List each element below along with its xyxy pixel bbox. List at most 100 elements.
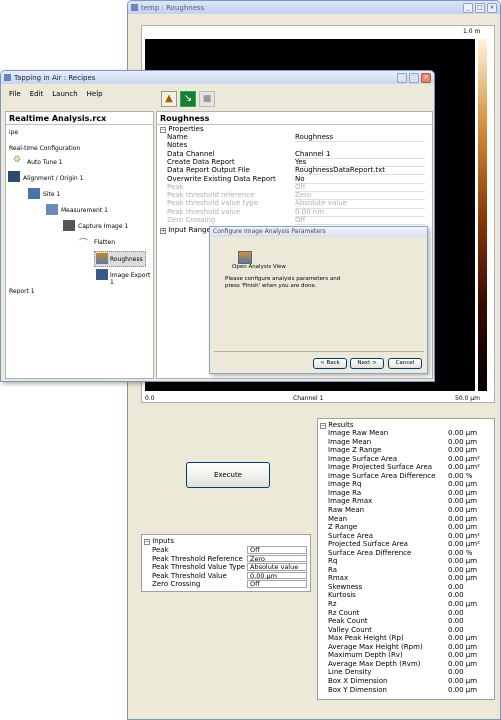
- dialog-titlebar[interactable]: Configure Image Analysis Parameters: [210, 227, 427, 237]
- tree-item-realtime-configuration[interactable]: Real-time Configuration: [9, 145, 80, 152]
- collapse-icon[interactable]: −: [320, 423, 326, 429]
- collapse-icon[interactable]: −: [144, 539, 150, 545]
- cancel-button[interactable]: Cancel: [388, 358, 422, 369]
- collapse-icon[interactable]: −: [160, 127, 166, 133]
- property-row[interactable]: Notes: [167, 141, 429, 149]
- tree-item-report[interactable]: Report 1: [9, 288, 35, 295]
- result-value: 0.00 µm: [448, 514, 478, 523]
- result-label: Image Ra: [328, 488, 362, 497]
- site-icon: [28, 188, 40, 199]
- input-label: Peak Threshold Value: [152, 571, 227, 580]
- app-icon: [131, 4, 138, 11]
- maximize-button[interactable]: □: [475, 2, 485, 13]
- auto-tune-icon: ⚙: [13, 155, 22, 165]
- property-row[interactable]: Peak threshold reference Zero: [167, 191, 429, 201]
- property-label: Peak threshold value: [167, 207, 241, 216]
- input-value[interactable]: 0.00 µm: [247, 571, 307, 580]
- input-range-header[interactable]: + Input Range: [160, 226, 211, 234]
- input-label: Zero Crossing: [152, 580, 201, 589]
- property-row[interactable]: Peak Off: [167, 183, 429, 193]
- input-row[interactable]: Peak Threshold Value 0.00 µm: [152, 571, 308, 580]
- close-button[interactable]: ×: [421, 72, 431, 83]
- tree-item-image-export[interactable]: Image Export 1: [110, 272, 153, 286]
- property-row[interactable]: Overwrite Existing Data Report No: [167, 174, 429, 184]
- result-label: Skewness: [328, 582, 363, 591]
- result-label: Maximum Depth (Rv): [328, 651, 403, 660]
- input-value[interactable]: Off: [247, 580, 307, 588]
- tree-item-measurement[interactable]: Measurement 1: [61, 207, 108, 214]
- property-row[interactable]: Create Data Report Yes: [167, 158, 429, 168]
- properties-header[interactable]: − Properties: [160, 125, 204, 133]
- image-export-icon: [96, 269, 108, 280]
- input-row[interactable]: Zero Crossing Off: [152, 580, 308, 588]
- run-recipe-icon[interactable]: ▲: [161, 91, 177, 107]
- open-analysis-view-link[interactable]: Open Analysis View: [232, 264, 286, 270]
- tree-item-roughness[interactable]: Roughness: [110, 256, 143, 263]
- minimize-button[interactable]: _: [397, 72, 407, 83]
- result-row: Image Mean 0.00 µm: [328, 438, 492, 446]
- property-value[interactable]: Off: [295, 216, 425, 226]
- input-value[interactable]: Zero: [247, 554, 307, 563]
- flatten-icon: ⌒: [79, 239, 89, 249]
- result-row: Max Peak Height (Rp) 0.00 µm: [328, 634, 492, 642]
- menu-file[interactable]: File: [9, 90, 21, 98]
- input-value-cell[interactable]: Off: [247, 580, 307, 588]
- recipes-window-titlebar[interactable]: Tapping in Air : Recipes _ □ ×: [1, 71, 434, 84]
- open-view-icon[interactable]: [238, 251, 252, 264]
- tree-item-alignment[interactable]: Alignment / Origin 1: [23, 175, 83, 182]
- input-row[interactable]: Peak Threshold Value Type Absolute value: [152, 563, 308, 571]
- property-value[interactable]: [295, 141, 425, 143]
- input-value-cell[interactable]: Absolute value: [247, 563, 307, 571]
- next-button[interactable]: Next >: [350, 358, 384, 369]
- result-value: 0.00 µm: [448, 676, 478, 685]
- input-value-cell[interactable]: Off: [247, 546, 307, 554]
- property-row[interactable]: Peak threshold value 0.00 nm: [167, 207, 429, 217]
- analysis-window-titlebar[interactable]: temp : Roughness _ □ ×: [128, 1, 500, 14]
- property-row[interactable]: Name Roughness: [167, 133, 429, 143]
- result-label: Valley Count: [328, 625, 372, 634]
- tree-item-ipe[interactable]: ipe: [9, 129, 18, 136]
- execute-button[interactable]: Execute: [186, 462, 270, 488]
- inputs-rows: Peak Off Peak Threshold Reference Zero Peak …: [152, 546, 308, 591]
- tree-item-auto-tune[interactable]: Auto Tune 1: [27, 159, 63, 166]
- inputs-header[interactable]: − Inputs: [144, 537, 174, 545]
- result-value: 0.00 µm: [448, 600, 478, 608]
- menu-edit[interactable]: Edit: [30, 90, 44, 98]
- results-header[interactable]: − Results: [320, 421, 354, 429]
- property-row[interactable]: Peak threshold value type Absolute value: [167, 199, 429, 209]
- result-value: 0.00: [448, 617, 464, 626]
- input-value-cell[interactable]: 0.00 µm: [247, 571, 307, 580]
- input-row[interactable]: Peak Off: [152, 546, 308, 554]
- maximize-button[interactable]: □: [409, 72, 419, 83]
- dialog-title: Configure Image Analysis Parameters: [213, 228, 326, 235]
- expand-icon[interactable]: +: [160, 228, 166, 234]
- menu-launch[interactable]: Launch: [52, 90, 77, 98]
- input-label: Peak Threshold Value Type: [152, 563, 246, 572]
- input-value-cell[interactable]: Zero: [247, 554, 307, 563]
- property-label: Overwrite Existing Data Report: [167, 174, 276, 183]
- input-value[interactable]: Absolute value: [247, 563, 307, 571]
- close-button[interactable]: ×: [487, 2, 497, 13]
- property-row[interactable]: Zero Crossing Off: [167, 216, 429, 226]
- analysis-icon[interactable]: ↘: [180, 91, 196, 107]
- result-row: Image Ra 0.00 µm: [328, 489, 492, 497]
- dialog-message-line2: press 'Finish' when you are done.: [225, 283, 317, 289]
- property-row[interactable]: Data Report Output File RoughnessDataRepo…: [167, 166, 429, 176]
- property-row[interactable]: Data Channel Channel 1: [167, 150, 429, 159]
- result-label: Z Range: [328, 523, 358, 532]
- input-value[interactable]: Off: [247, 546, 307, 554]
- result-label: Box X Dimension: [328, 676, 388, 685]
- tree-item-site[interactable]: Site 1: [43, 191, 60, 198]
- tree-item-capture-image[interactable]: Capture Image 1: [78, 223, 128, 230]
- result-label: Average Max Height (Rpm): [328, 642, 423, 651]
- back-button[interactable]: < Back: [313, 358, 347, 369]
- property-label: Name: [167, 133, 188, 141]
- result-value: 0.00 µm: [448, 659, 478, 668]
- dialog-divider: [214, 351, 424, 352]
- minimize-button[interactable]: _: [463, 2, 473, 13]
- stop-recipe-icon[interactable]: ■: [199, 91, 215, 107]
- tree-item-flatten[interactable]: Flatten: [94, 239, 115, 246]
- input-row[interactable]: Peak Threshold Reference Zero: [152, 554, 308, 563]
- menu-help[interactable]: Help: [87, 90, 103, 98]
- result-value: 0.00: [448, 608, 464, 617]
